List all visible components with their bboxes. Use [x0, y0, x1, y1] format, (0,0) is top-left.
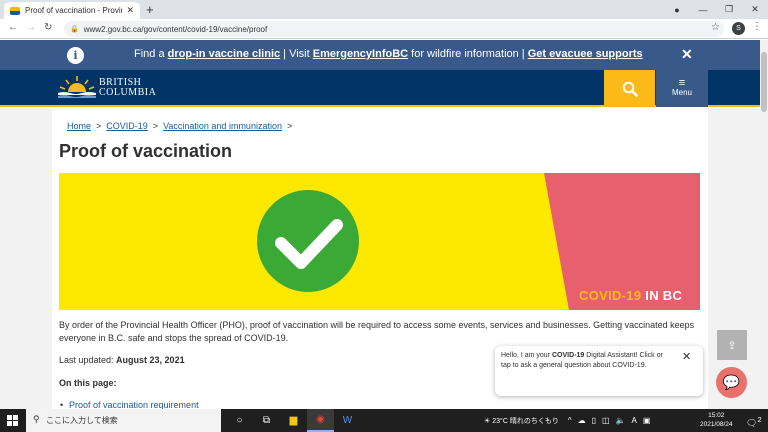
alert-close-icon[interactable]: ✕ [681, 46, 693, 63]
search-button[interactable] [604, 70, 655, 107]
browser-menu-icon[interactable]: ⋮ [752, 21, 762, 32]
search-icon: ⚲ [33, 414, 40, 424]
menu-label: Menu [671, 88, 692, 97]
evacuee-supports-link[interactable]: Get evacuee supports [528, 48, 643, 60]
share-icon: ⇪ [727, 339, 737, 352]
info-icon: i [67, 47, 84, 64]
last-updated: Last updated: August 23, 2021 [59, 355, 185, 365]
hero-banner: COVID-19 IN BC [59, 173, 700, 310]
task-view-icon[interactable]: ⧉ [253, 409, 280, 432]
address-bar[interactable]: 🔒 www2.gov.bc.ca/gov/content/covid-19/va… [64, 21, 724, 37]
chat-bubbles-icon: 💬 [722, 374, 741, 390]
site-header: BRITISH COLUMBIA ≡ Menu [0, 70, 760, 107]
browser-tab[interactable]: Proof of vaccination - Province o ✕ [4, 2, 140, 19]
cortana-icon[interactable]: ○ [226, 409, 253, 432]
battery-icon[interactable]: ▯ [592, 416, 596, 425]
windows-start-icon[interactable] [7, 415, 18, 426]
menu-button[interactable]: ≡ Menu [656, 70, 708, 107]
chat-button[interactable]: 💬 [716, 367, 747, 398]
chrome-icon[interactable]: ◉ [307, 409, 334, 432]
window-close-icon[interactable]: ✕ [742, 4, 768, 15]
forward-icon[interactable]: → [26, 22, 36, 33]
breadcrumb: Home > COVID-19 > Vaccination and immunizati… [67, 121, 293, 131]
back-icon[interactable]: ← [8, 22, 18, 33]
on-this-page-heading: On this page: [59, 378, 117, 388]
tab-title: Proof of vaccination - Province o [25, 6, 122, 15]
bc-wordmark: BRITISH COLUMBIA [99, 77, 157, 98]
intro-paragraph: By order of the Provincial Health Office… [59, 320, 695, 343]
page-title: Proof of vaccination [59, 141, 233, 161]
file-explorer-icon[interactable]: ▆ [280, 409, 307, 432]
word-icon[interactable]: W [334, 409, 361, 432]
ime-mode[interactable]: A [632, 416, 637, 425]
new-tab-button[interactable]: + [146, 2, 154, 17]
emergencyinfobc-link[interactable]: EmergencyInfoBC [313, 48, 408, 60]
tab-close-icon[interactable]: ✕ [126, 5, 134, 16]
taskbar-search-placeholder: ここに入力して検索 [46, 416, 118, 425]
check-circle-icon [257, 190, 359, 292]
cloud-icon[interactable]: ☁ [578, 416, 586, 425]
chat-close-icon[interactable]: ✕ [682, 350, 691, 363]
tray-chevron-icon[interactable]: ^ [568, 416, 572, 425]
reload-icon[interactable]: ↻ [44, 22, 52, 33]
bookmark-star-icon[interactable]: ☆ [711, 22, 720, 33]
taskbar-search[interactable]: ⚲ ここに入力して検索 [26, 409, 221, 432]
profile-avatar[interactable]: S [732, 22, 745, 35]
search-icon [622, 81, 638, 97]
page-scrollbar[interactable] [760, 40, 768, 409]
notification-center-icon[interactable]: 🗨2 [746, 415, 762, 429]
alert-message: Find a drop-in vaccine clinic | Visit Em… [134, 48, 643, 60]
covid-in-bc-label: COVID-19 IN BC [579, 288, 683, 303]
windows-taskbar: ⚲ ここに入力して検索 ○ ⧉ ▆ ◉ W ☀ 23°C 晴れのちくもり ^ ☁… [0, 409, 768, 432]
weather-widget[interactable]: ☀ 23°C 晴れのちくもり [484, 416, 559, 426]
ime-icon[interactable]: ▣ [643, 416, 651, 425]
alert-banner: i Find a drop-in vaccine clinic | Visit … [0, 40, 760, 70]
lock-icon[interactable]: 🔒 [70, 25, 79, 33]
volume-icon[interactable]: 🔈 [616, 416, 626, 425]
bc-favicon-icon [10, 6, 20, 15]
taskbar-clock[interactable]: 15:02 2021/08/24 [700, 411, 733, 429]
browser-toolbar: ← → ↻ 🔒 www2.gov.bc.ca/gov/content/covid… [0, 19, 768, 39]
bc-logo[interactable]: BRITISH COLUMBIA [58, 76, 157, 101]
bc-sun-logo-icon [58, 76, 96, 101]
tab-search-icon[interactable]: ● [664, 5, 690, 15]
system-tray: ☀ 23°C 晴れのちくもり ^ ☁ ▯ ◫ 🔈 A ▣ [484, 409, 653, 432]
taskbar-apps: ○ ⧉ ▆ ◉ W [226, 409, 361, 432]
window-controls: ● — ❐ ✕ [664, 0, 768, 19]
hamburger-icon: ≡ [678, 77, 686, 89]
restore-icon[interactable]: ❐ [716, 4, 742, 15]
url-text: www2.gov.bc.ca/gov/content/covid-19/vacc… [83, 24, 268, 34]
scrollbar-thumb[interactable] [761, 52, 767, 112]
chat-greeting: Hello, I am your COVID-19 Digital Assist… [501, 352, 663, 369]
breadcrumb-home[interactable]: Home [67, 121, 91, 131]
chat-assistant-popup[interactable]: Hello, I am your COVID-19 Digital Assist… [495, 346, 703, 396]
minimize-icon[interactable]: — [690, 5, 716, 15]
share-button[interactable]: ⇪ [717, 330, 747, 360]
breadcrumb-vaccination[interactable]: Vaccination and immunization [163, 121, 282, 131]
network-icon[interactable]: ◫ [602, 416, 610, 425]
breadcrumb-covid-19[interactable]: COVID-19 [106, 121, 148, 131]
browser-tab-strip: Proof of vaccination - Province o ✕ + ● … [0, 0, 768, 19]
drop-in-clinic-link[interactable]: drop-in vaccine clinic [168, 48, 280, 60]
